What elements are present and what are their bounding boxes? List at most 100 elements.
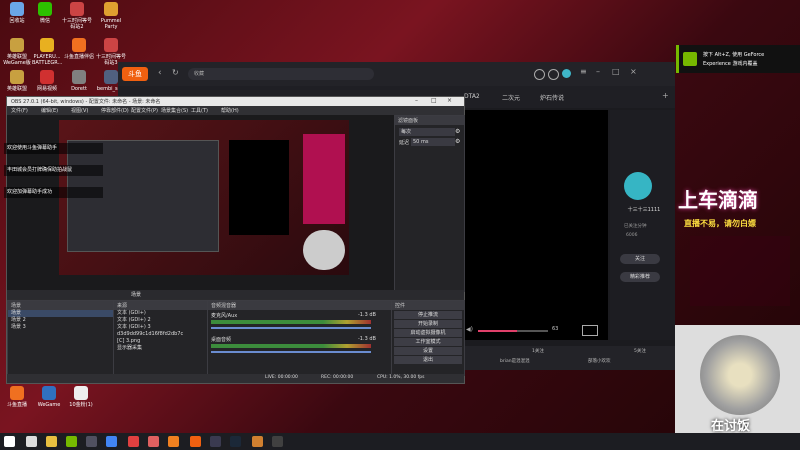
menu-item[interactable]: 文件(F) <box>11 107 28 114</box>
menu-item[interactable]: 场景集合(S) <box>161 107 188 114</box>
menu-item[interactable]: 编辑(E) <box>41 107 58 114</box>
desktop-icon-label: 英雄联盟 WeGame版 <box>3 54 31 66</box>
app-icon <box>40 70 54 84</box>
obs-menubar: 文件(F) 编辑(E) 视图(V) 停靠部件(D) 配置文件(P) 场景集合(S) 工具(T… <box>7 106 464 115</box>
rec-timer: REC: 00:00:00 <box>321 375 354 380</box>
add-tab-icon[interactable]: + <box>662 91 669 100</box>
douyu-icon[interactable] <box>190 436 201 447</box>
app-icon[interactable] <box>210 436 221 447</box>
desktop-icon[interactable]: 10金粉(1) <box>66 386 96 408</box>
clock-icon[interactable] <box>548 69 559 80</box>
scene-item[interactable]: 场景 2 <box>8 317 113 324</box>
menu-icon[interactable]: ≡ <box>580 67 587 76</box>
volume-icon[interactable]: ◀) <box>466 326 473 333</box>
back-icon[interactable]: ‹ <box>158 68 162 78</box>
source-item[interactable]: 显示器采集 <box>114 345 207 352</box>
app-icon[interactable] <box>128 436 139 447</box>
desktop-icon[interactable]: PLAYERU... BATTLEGR... <box>32 38 62 66</box>
close-icon[interactable]: × <box>447 97 452 104</box>
windows-start-icon[interactable] <box>4 436 15 447</box>
recommend-item[interactable]: 5关注 <box>634 348 646 354</box>
desktop-icon[interactable]: 回收站 <box>2 2 32 24</box>
source-item[interactable]: 文本 (GDI+) 3 <box>114 324 207 331</box>
desktop-icon[interactable]: 微信 <box>30 2 60 24</box>
refresh-icon[interactable]: ↻ <box>172 68 179 77</box>
desktop-icon[interactable]: Dorett <box>64 70 94 92</box>
recommend-button[interactable]: 精彩推荐 <box>620 272 660 282</box>
mixer-channel: 麦克风/Aux -1.3 dB <box>208 310 391 334</box>
desktop-icon[interactable]: Pummel Party <box>96 2 126 30</box>
volume-meter <box>211 344 371 348</box>
app-icon[interactable] <box>86 436 97 447</box>
delay-input[interactable]: 50 ms <box>411 138 455 146</box>
control-button[interactable]: 工作室模式 <box>394 338 462 346</box>
scenes-dock: 场景 场景 场景 2 场景 3 <box>7 300 114 376</box>
steam-icon[interactable] <box>230 436 241 447</box>
desktop-icon[interactable]: 网易视频 <box>32 70 62 92</box>
control-button[interactable]: 退出 <box>394 356 462 364</box>
menu-item[interactable]: 工具(T) <box>191 107 208 114</box>
close-icon[interactable]: × <box>630 67 637 76</box>
sources-header: 来源 <box>114 301 207 310</box>
obs-preview[interactable] <box>7 115 394 290</box>
tab-hearthstone[interactable]: 炉石传说 <box>540 93 564 102</box>
menu-item[interactable]: 配置文件(P) <box>131 107 158 114</box>
volume-slider[interactable] <box>478 330 548 332</box>
channel-name: 麦克风/Aux <box>211 313 238 319</box>
filter-mode-select[interactable]: 每次 <box>399 128 455 136</box>
scene-item[interactable]: 场景 3 <box>8 324 113 331</box>
explorer-icon[interactable] <box>46 436 57 447</box>
scene-item[interactable]: 场景 <box>8 310 113 317</box>
search-icon[interactable] <box>26 436 37 447</box>
app-icon[interactable] <box>148 436 159 447</box>
nvidia-logo-icon <box>683 52 697 66</box>
settings-icon[interactable]: ⚙ <box>455 128 460 135</box>
source-item[interactable]: 文本 (GDI+) <box>114 310 207 317</box>
follow-button[interactable]: 关注 <box>620 254 660 264</box>
browser-toolbar: 斗鱼 ‹ ↻ 收藏 ≡ – □ × <box>118 62 675 86</box>
desktop-icon[interactable]: 英雄联盟 WeGame版 <box>2 38 32 66</box>
app-icon <box>104 38 118 52</box>
video-player[interactable]: ◀) 63 <box>462 110 608 340</box>
streamer-avatar[interactable] <box>624 172 652 200</box>
fullscreen-icon[interactable] <box>582 325 598 336</box>
nvidia-icon[interactable] <box>66 436 77 447</box>
desktop-icon[interactable]: 英雄联盟 <box>2 70 32 92</box>
menu-item[interactable]: 停靠部件(D) <box>101 107 129 114</box>
control-button[interactable]: 设置 <box>394 347 462 355</box>
maximize-icon[interactable]: □ <box>612 67 620 76</box>
volume-slider[interactable] <box>211 351 371 353</box>
control-button[interactable]: 启动虚拟摄像机 <box>394 329 462 337</box>
douyu-icon[interactable] <box>168 436 179 447</box>
minimize-icon[interactable]: – <box>415 97 418 104</box>
tab-scenes[interactable]: 场景 <box>131 291 141 298</box>
maximize-icon[interactable]: □ <box>431 97 437 104</box>
obs-icon[interactable] <box>272 436 283 447</box>
minimize-icon[interactable]: – <box>596 67 600 76</box>
source-item[interactable]: [C] 3.png <box>114 338 207 345</box>
source-item[interactable]: d3d9dd99c1d16f8fd2db7c <box>114 331 207 338</box>
recommend-item[interactable]: 部落小欢欢 <box>588 358 611 364</box>
obs-tabbar: 场景 <box>7 290 464 299</box>
control-button[interactable]: 开始录制 <box>394 320 462 328</box>
settings-icon[interactable]: ⚙ <box>455 138 460 145</box>
app-icon[interactable] <box>252 436 263 447</box>
app-icon <box>104 2 118 16</box>
menu-item[interactable]: 视图(V) <box>71 107 88 114</box>
tab-anime[interactable]: 二次元 <box>502 93 520 102</box>
desktop-icon[interactable]: 斗鱼直播伴侣 <box>64 38 94 60</box>
source-item[interactable]: 文本 (GDI+) 2 <box>114 317 207 324</box>
volume-slider[interactable] <box>211 327 371 329</box>
control-button[interactable]: 停止推流 <box>394 311 462 319</box>
profile-icon[interactable] <box>534 69 545 80</box>
desktop-icon[interactable]: 十三时间等号 码站2 <box>62 2 92 30</box>
recommend-item[interactable]: 1关注 <box>532 348 544 354</box>
recommend-item[interactable]: brian是混混混 <box>500 358 530 364</box>
desktop-icon[interactable]: WeGame <box>34 386 64 408</box>
menu-item[interactable]: 帮助(H) <box>221 107 239 114</box>
desktop-icon[interactable]: 斗鱼直播 <box>2 386 32 408</box>
address-bar[interactable]: 收藏 <box>188 68 374 80</box>
chrome-icon[interactable] <box>106 436 117 447</box>
tab-dta2[interactable]: DTA2 <box>464 93 480 100</box>
avatar[interactable] <box>562 69 571 78</box>
